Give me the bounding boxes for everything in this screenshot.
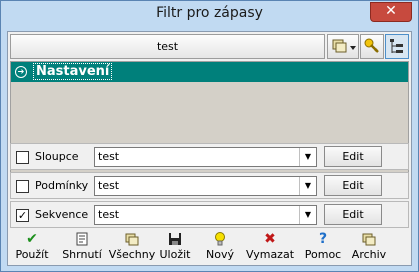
new-label: Nový [206,248,234,261]
sequence-row: ✓ Sekvence test ▼ Edit [10,201,409,228]
summary-label: Shrnutí [62,248,102,261]
close-button[interactable]: ✕ [370,2,412,22]
sequence-select[interactable]: test ▼ [94,205,317,225]
conditions-checkbox[interactable] [16,180,29,193]
save-label: Uložit [159,248,191,261]
sequence-edit-button[interactable]: Edit [324,204,382,225]
columns-row: Sloupce test ▼ Edit [10,143,409,170]
columns-select-value: test [98,150,120,163]
conditions-row: Podmínky test ▼ Edit [10,172,409,199]
archive-button[interactable]: Archiv [346,231,392,264]
save-button[interactable]: Uložit [156,231,194,264]
all-button[interactable]: Všechny [108,231,156,264]
copy-menu-button[interactable] [327,34,359,59]
key-button[interactable] [360,34,384,59]
all-label: Všechny [108,248,156,261]
title-bar: Filtr pro zápasy ✕ [1,1,418,31]
copy-dropdown-icon [332,39,356,53]
delete-label: Vymazat [245,248,295,261]
client-area: test ➔ Nastavení Sloupce test ▼ Edit Pod… [7,31,412,266]
tree-item-settings[interactable]: ➔ Nastavení [11,62,408,82]
columns-label: Sloupce [35,150,79,163]
tree-view-icon [390,39,403,53]
check-icon: ✔ [26,231,38,247]
columns-edit-button[interactable]: Edit [324,146,382,167]
chevron-down-icon[interactable]: ▼ [299,148,316,166]
help-button[interactable]: ? Pomoc [302,231,344,264]
filter-window: Filtr pro zápasy ✕ test ➔ Nastavení Slou… [0,0,419,272]
delete-icon: ✖ [264,231,276,247]
close-icon: ✕ [385,3,397,19]
sequence-label: Sekvence [35,208,89,221]
archive-label: Archiv [351,248,387,261]
columns-checkbox[interactable] [16,151,29,164]
apply-button[interactable]: ✔ Použít [10,231,54,264]
expand-arrow-icon: ➔ [15,66,27,78]
tree-item-label: Nastavení [33,63,113,80]
conditions-label: Podmínky [35,179,89,192]
sequence-checkbox[interactable]: ✓ [16,209,29,222]
conditions-edit-button[interactable]: Edit [324,175,382,196]
all-icon [108,231,156,248]
filter-name-field[interactable]: test [10,34,325,59]
summary-icon [56,231,108,248]
save-icon [156,231,194,248]
archive-icon [346,231,392,248]
new-button[interactable]: Nový [202,231,238,264]
summary-button[interactable]: Shrnutí [56,231,108,264]
columns-select[interactable]: test ▼ [94,147,317,167]
chevron-down-icon[interactable]: ▼ [299,177,316,195]
window-title: Filtr pro zápasy [156,5,263,21]
apply-label: Použít [15,248,49,261]
delete-button[interactable]: ✖ Vymazat [240,231,300,264]
tree-view-button[interactable] [385,34,409,59]
bulb-icon [202,231,238,248]
help-icon: ? [318,231,328,247]
chevron-down-icon[interactable]: ▼ [299,206,316,224]
conditions-select[interactable]: test ▼ [94,176,317,196]
header-strip: test [10,34,409,59]
help-label: Pomoc [304,248,342,261]
key-icon [364,38,379,53]
bottom-toolbar: ✔ Použít Shrnutí Všechny Uložit Nový ✖ V… [10,231,409,264]
sequence-select-value: test [98,208,120,221]
conditions-select-value: test [98,179,120,192]
